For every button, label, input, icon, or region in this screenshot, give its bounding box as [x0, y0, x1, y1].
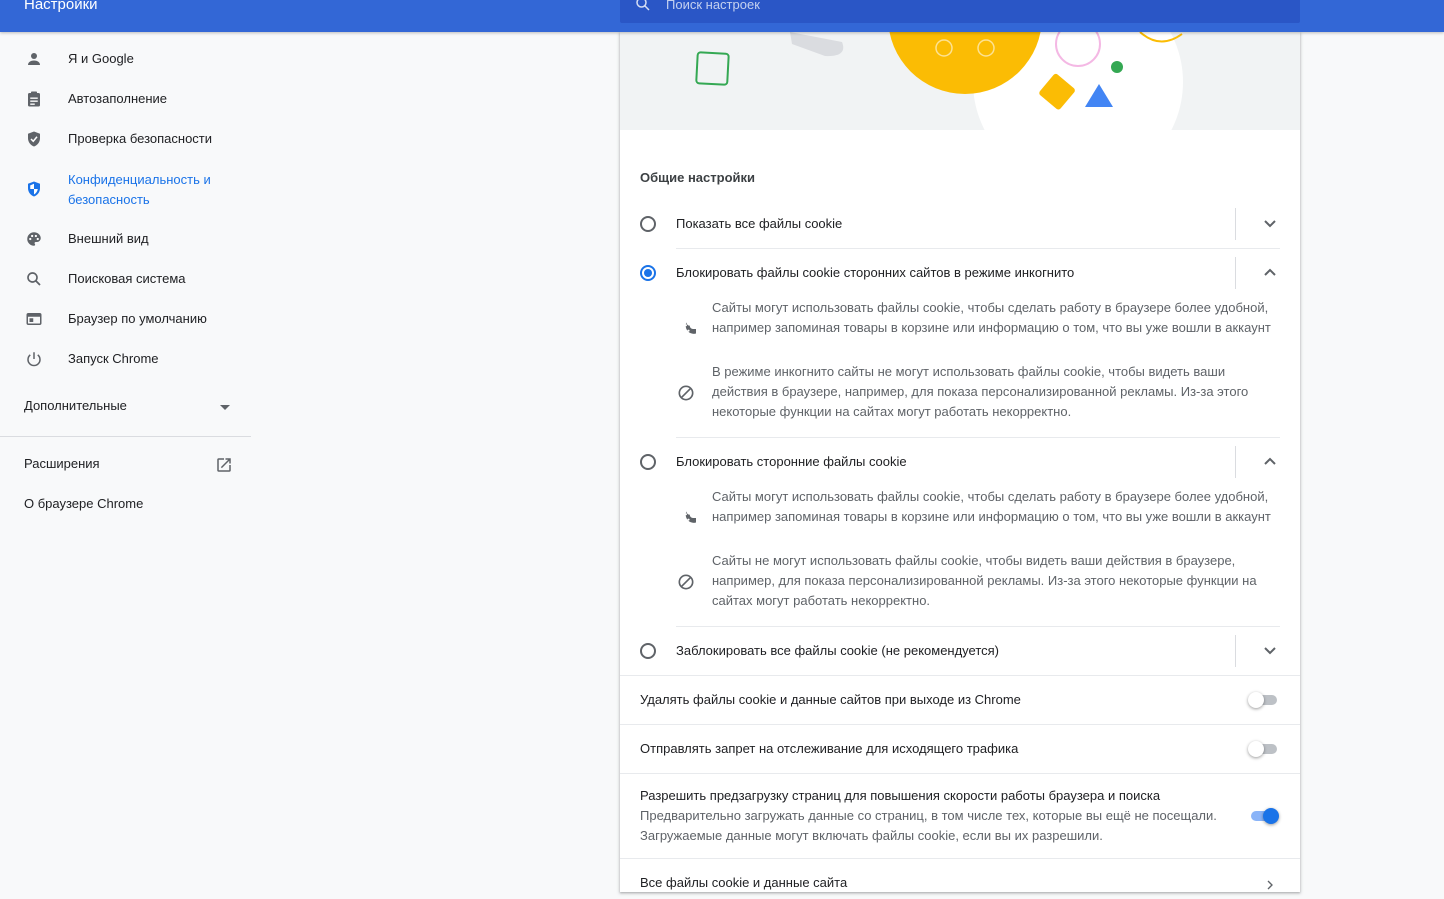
radio-label: Блокировать файлы cookie сторонних сайто…: [676, 265, 1075, 280]
vertical-separator: [1235, 446, 1236, 478]
top-bar: Настройки: [0, 0, 1444, 32]
cookie-banner-illustration: [620, 32, 1300, 130]
shield-half-icon: [24, 179, 44, 199]
section-title: Общие настройки: [640, 170, 755, 185]
block-icon: [678, 385, 694, 401]
sidebar-item-label: Я и Google: [68, 51, 134, 66]
block-icon: [678, 574, 694, 590]
detail-text: Сайты не могут использовать файлы cookie…: [712, 553, 1257, 608]
about-chrome-label: О браузере Chrome: [24, 496, 144, 511]
chevron-up-icon[interactable]: [1258, 264, 1282, 282]
sidebar-item-on-startup[interactable]: Запуск Chrome: [0, 339, 252, 379]
do-not-track-toggle[interactable]: [1248, 741, 1278, 757]
sidebar-item-default-browser[interactable]: Браузер по умолчанию: [0, 299, 252, 339]
sidebar-item-appearance[interactable]: Внешний вид: [0, 219, 252, 259]
extensions-link[interactable]: Расширения: [24, 456, 100, 471]
detail-text: Сайты могут использовать файлы cookie, ч…: [712, 300, 1271, 335]
cookie-icon: [681, 322, 696, 334]
toggle-label: Разрешить предзагрузку страниц для повыш…: [640, 788, 1161, 803]
toggle-knob: [1248, 692, 1264, 708]
clear-cookies-on-exit-toggle[interactable]: [1248, 692, 1278, 708]
vertical-separator: [1235, 257, 1236, 289]
clipboard-icon: [24, 89, 44, 109]
sidebar-item-label: Поисковая система: [68, 271, 186, 286]
sidebar-item-autofill[interactable]: Автозаполнение: [0, 79, 252, 119]
chevron-up-icon[interactable]: [1258, 453, 1282, 471]
chevron-right-icon: [1267, 880, 1273, 890]
search-box[interactable]: [620, 0, 1300, 23]
cookie-icon: [681, 511, 696, 523]
all-cookies-label: Все файлы cookie и данные сайта: [640, 875, 848, 890]
radio-button[interactable]: [640, 454, 656, 470]
cookie-option-block-all[interactable]: Заблокировать все файлы cookie (не реком…: [620, 627, 1300, 675]
sidebar-item-search-engine[interactable]: Поисковая система: [0, 259, 252, 299]
sidebar-item-safety-check[interactable]: Проверка безопасности: [0, 119, 252, 159]
sidebar-item-you-and-google[interactable]: Я и Google: [0, 39, 252, 79]
open-in-new-icon[interactable]: [215, 456, 233, 474]
sidebar-item-privacy-security[interactable]: Конфиденциальность и безопасность: [0, 160, 252, 218]
sidebar-item-label: Запуск Chrome: [68, 351, 159, 366]
search-icon: [24, 269, 44, 289]
browser-window-icon: [24, 309, 44, 329]
option-detail: Сайты могут использовать файлы cookie, ч…: [676, 487, 1280, 547]
cookie-option-allow-all[interactable]: Показать все файлы cookie: [620, 200, 1300, 248]
chevron-down-icon[interactable]: [1258, 215, 1282, 233]
toggle-sublabel: Предварительно загружать данные со стран…: [640, 808, 1217, 843]
vertical-separator: [1235, 635, 1236, 667]
option-detail: Сайты не могут использовать файлы cookie…: [676, 551, 1280, 611]
advanced-label: Дополнительные: [24, 398, 127, 413]
option-detail: В режиме инкогнито сайты не могут исполь…: [676, 362, 1280, 422]
shield-check-icon: [24, 129, 44, 149]
advanced-toggle[interactable]: Дополнительные: [24, 398, 234, 418]
chevron-down-icon[interactable]: [1258, 642, 1282, 660]
sidebar-divider: [0, 436, 251, 437]
all-cookies-link-row[interactable]: Все файлы cookie и данные сайта: [620, 859, 1300, 899]
radio-button[interactable]: [640, 216, 656, 232]
radio-label: Блокировать сторонние файлы cookie: [676, 454, 907, 469]
option-detail: Сайты могут использовать файлы cookie, ч…: [676, 298, 1280, 358]
vertical-separator: [1235, 208, 1236, 240]
cookie-option-block-third-party[interactable]: Блокировать сторонние файлы cookie: [620, 438, 1300, 486]
palette-icon: [24, 229, 44, 249]
do-not-track-row[interactable]: Отправлять запрет на отслеживание для ис…: [620, 725, 1300, 773]
sidebar-item-label: Внешний вид: [68, 231, 149, 246]
clear-cookies-on-exit-row[interactable]: Удалять файлы cookie и данные сайтов при…: [620, 676, 1300, 724]
search-icon: [636, 0, 650, 11]
sidebar-item-label: Браузер по умолчанию: [68, 311, 207, 326]
app-title: Настройки: [24, 0, 98, 13]
power-icon: [24, 349, 44, 369]
radio-label: Показать все файлы cookie: [676, 216, 843, 231]
detail-text: В режиме инкогнито сайты не могут исполь…: [712, 364, 1249, 419]
about-chrome-link[interactable]: О браузере Chrome: [24, 496, 143, 511]
toggle-knob: [1263, 808, 1279, 824]
illustration-shapes: [695, 32, 1183, 130]
sidebar-item-label-line1: Конфиденциальность и: [68, 172, 211, 187]
person-icon: [24, 49, 44, 69]
privacy-card: Общие настройки Показать все файлы cooki…: [620, 32, 1300, 892]
preload-pages-row[interactable]: Разрешить предзагрузку страниц для повыш…: [620, 774, 1300, 858]
radio-button[interactable]: [640, 643, 656, 659]
sidebar-item-label: Проверка безопасности: [68, 131, 213, 146]
detail-text: Сайты могут использовать файлы cookie, ч…: [712, 489, 1271, 524]
search-input[interactable]: [664, 0, 1264, 14]
preload-pages-toggle[interactable]: [1248, 808, 1279, 824]
toggle-label: Отправлять запрет на отслеживание для ис…: [640, 741, 1019, 756]
toggle-knob: [1248, 741, 1264, 757]
sidebar-item-label-line2: безопасность: [68, 192, 150, 207]
toggle-label: Удалять файлы cookie и данные сайтов при…: [640, 692, 1021, 707]
radio-button-checked[interactable]: [640, 265, 656, 281]
sidebar-item-label: Автозаполнение: [68, 91, 168, 106]
triangle-down-icon: [220, 405, 230, 410]
radio-label: Заблокировать все файлы cookie (не реком…: [676, 643, 1000, 658]
cookie-option-block-incognito[interactable]: Блокировать файлы cookie сторонних сайто…: [620, 249, 1300, 297]
extensions-label: Расширения: [24, 456, 100, 471]
